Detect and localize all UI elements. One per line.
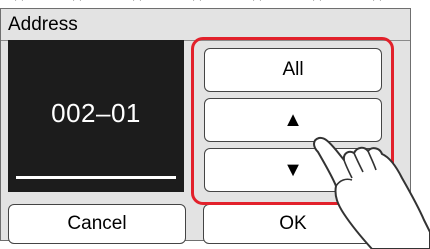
title-bar: Address <box>1 9 410 41</box>
increment-button[interactable]: ▲ <box>204 98 382 142</box>
top-cropped-area <box>0 0 430 8</box>
down-arrow-icon: ▼ <box>283 158 303 181</box>
dialog-title: Address <box>8 14 78 35</box>
address-value: 002–01 <box>51 98 141 128</box>
decrement-button[interactable]: ▼ <box>204 148 382 192</box>
address-display: 002–01 <box>8 40 184 192</box>
cancel-button-label: Cancel <box>67 213 127 234</box>
all-button[interactable]: All <box>204 48 382 92</box>
display-underline <box>16 176 176 179</box>
ok-button-label: OK <box>279 213 307 234</box>
cancel-button[interactable]: Cancel <box>8 204 186 244</box>
cropped-heading-fragment <box>15 0 381 1</box>
all-button-label: All <box>282 59 304 80</box>
up-arrow-icon: ▲ <box>283 108 303 131</box>
ok-button[interactable]: OK <box>203 204 383 244</box>
